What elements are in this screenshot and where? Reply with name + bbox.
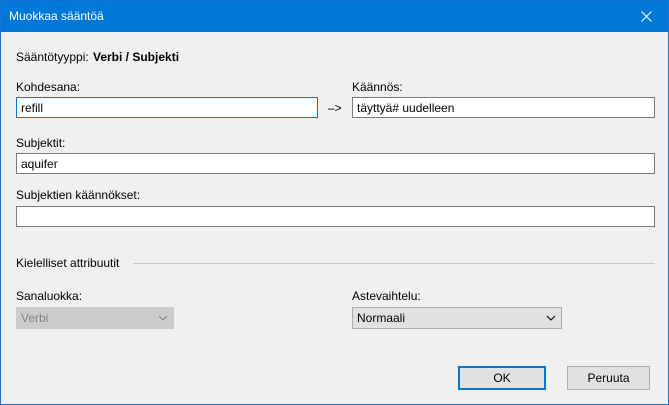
chevron-down-icon — [158, 315, 168, 321]
source-word-label: Kohdesana: — [16, 80, 81, 94]
translation-label: Käännös: — [352, 80, 403, 94]
rule-type-value: Verbi / Subjekti — [93, 50, 180, 64]
source-word-input[interactable] — [16, 97, 318, 118]
window-title: Muokkaa sääntöä — [9, 9, 104, 23]
subjects-label: Subjektit: — [16, 136, 66, 150]
cancel-button[interactable]: Peruuta — [567, 366, 650, 390]
close-icon — [640, 11, 652, 22]
translation-input[interactable] — [352, 97, 655, 118]
subjects-input[interactable] — [16, 153, 655, 174]
gradation-select[interactable]: Normaali — [352, 307, 562, 329]
ok-button[interactable]: OK — [458, 366, 546, 390]
subject-translations-input[interactable] — [16, 206, 655, 227]
dialog-body: Sääntötyyppi: Verbi / Subjekti Kohdesana… — [1, 32, 668, 404]
mapping-arrow: –> — [328, 101, 342, 115]
linguistic-attributes-heading: Kielelliset attribuutit — [16, 256, 120, 270]
gradation-label: Astevaihtelu: — [352, 289, 421, 303]
subject-translations-label: Subjektien käännökset: — [16, 188, 141, 202]
word-class-label: Sanaluokka: — [16, 289, 83, 303]
word-class-select[interactable]: Verbi — [16, 307, 174, 329]
title-bar[interactable]: Muokkaa sääntöä — [1, 1, 668, 32]
rule-type-label: Sääntötyyppi: — [16, 50, 89, 64]
dialog-window: Muokkaa sääntöä Sääntötyyppi: Verbi / Su… — [0, 0, 669, 405]
chevron-down-icon — [546, 315, 556, 321]
gradation-selected: Normaali — [357, 311, 406, 325]
word-class-selected: Verbi — [21, 311, 49, 325]
close-button[interactable] — [624, 1, 668, 32]
group-divider — [133, 263, 655, 264]
